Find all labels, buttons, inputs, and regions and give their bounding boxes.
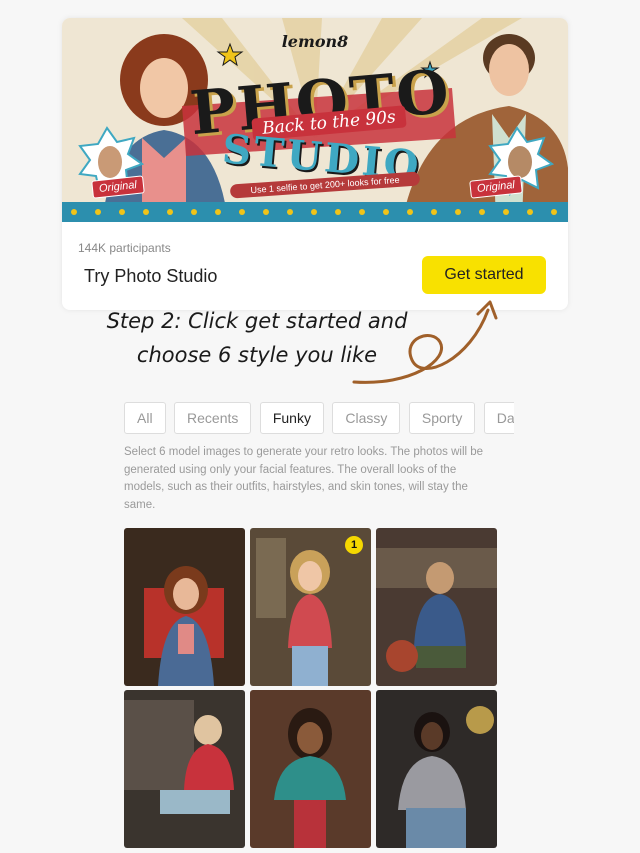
card-title: Try Photo Studio	[84, 266, 218, 286]
model-image-2[interactable]: 1	[250, 528, 371, 686]
tab-funky[interactable]: Funky	[259, 402, 324, 434]
instructions-text: Select 6 model images to generate your r…	[124, 446, 484, 511]
model-image-6[interactable]	[376, 690, 497, 848]
tab-classy[interactable]: Classy	[332, 402, 401, 434]
selection-badge: 1	[345, 536, 363, 554]
model-photo-4	[124, 690, 245, 848]
curly-arrow-icon	[352, 300, 498, 384]
get-started-button[interactable]: Get started	[422, 256, 546, 294]
model-image-3[interactable]	[376, 528, 497, 686]
tab-sporty[interactable]: Sporty	[408, 402, 476, 434]
model-photo-3	[376, 528, 497, 686]
model-image-4[interactable]	[124, 690, 245, 848]
challenge-card: lemon8 PHOTO Back to the 90s STUDIO Use …	[62, 18, 568, 310]
model-photo-1	[124, 528, 245, 686]
photo-studio-banner[interactable]: lemon8 PHOTO Back to the 90s STUDIO Use …	[62, 18, 568, 222]
lemon8-logo: lemon8	[281, 32, 349, 51]
tab-all[interactable]: All	[124, 402, 166, 434]
tab-daily[interactable]: Daily	[483, 402, 514, 434]
tab-recents[interactable]: Recents	[174, 402, 252, 434]
model-photo-6	[376, 690, 497, 848]
style-tabs: All Recents Funky Classy Sporty Daily	[124, 402, 514, 434]
model-photo-5	[250, 690, 371, 848]
model-image-1[interactable]	[124, 528, 245, 686]
model-image-5[interactable]	[250, 690, 371, 848]
participants-count: 144K participants	[78, 241, 171, 255]
